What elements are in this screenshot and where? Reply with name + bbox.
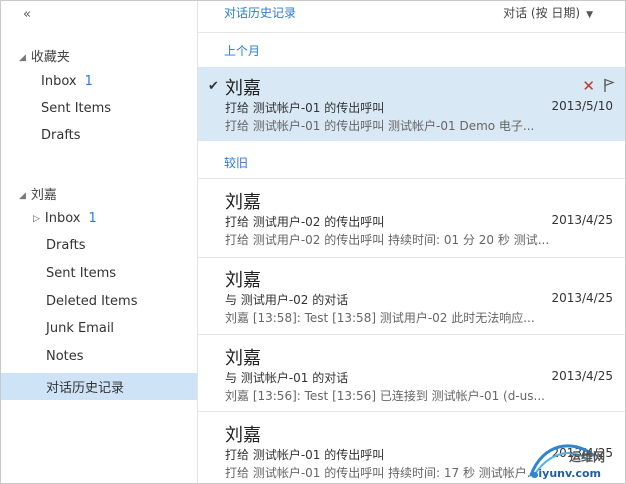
- folder-label: Notes: [46, 349, 84, 364]
- watermark-text: 运维网: [568, 450, 605, 464]
- message-list-pane: 对话历史记录 对话 (按 日期) ▼ 上个月 ✔ 刘嘉 ✕ 打给 测试帐户-01 …: [198, 1, 625, 483]
- folder-title: 对话历史记录: [224, 6, 297, 20]
- checkmark-icon: ✔: [208, 79, 219, 94]
- collapse-triangle-icon: ◢: [19, 191, 26, 201]
- favorites-drafts[interactable]: Drafts: [41, 128, 81, 143]
- folder-label: Sent Items: [46, 266, 117, 281]
- collapse-triangle-icon: ◢: [19, 53, 26, 63]
- favorites-sent-items[interactable]: Sent Items: [41, 101, 111, 116]
- sidebar-item-inbox[interactable]: ▷ Inbox 1: [33, 211, 97, 226]
- watermark-url: iyunv.com: [538, 467, 601, 480]
- divider: [198, 257, 625, 258]
- folder-label: 对话历史记录: [46, 381, 125, 396]
- sort-label: 对话 (按 日期): [503, 6, 581, 20]
- unread-count: 1: [88, 211, 97, 226]
- folder-pane: « ◢ 收藏夹 Inbox 1 Sent Items Drafts ◢ 刘嘉 ▷ Inb…: [1, 1, 198, 483]
- favorites-inbox[interactable]: Inbox 1: [41, 74, 93, 89]
- sidebar-item-sent-items[interactable]: Sent Items: [46, 266, 116, 281]
- folder-label: Inbox: [41, 74, 77, 89]
- message-subject: 打给 测试帐户-01 的传出呼叫: [225, 448, 385, 462]
- sort-dropdown[interactable]: 对话 (按 日期) ▼: [503, 4, 593, 21]
- folder-label: Junk Email: [46, 321, 115, 336]
- message-preview: 刘嘉 [13:58]: Test [13:58] 测试用户-02 此时无法响应.…: [225, 311, 535, 325]
- message-preview: 刘嘉 [13:56]: Test [13:56] 已连接到 测试帐户-01 (d…: [225, 389, 545, 403]
- message-item[interactable]: 刘嘉 打给 测试用户-02 的传出呼叫 2013/4/25 打给 测试用户-02…: [198, 181, 625, 255]
- message-preview: 打给 测试帐户-01 的传出呼叫 测试帐户-01 Demo 电子...: [225, 119, 535, 133]
- sender-name: 刘嘉: [225, 78, 261, 99]
- divider: [198, 32, 625, 33]
- divider: [198, 178, 625, 179]
- unread-count: 1: [84, 74, 93, 89]
- divider: [198, 334, 625, 335]
- collapse-pane-button[interactable]: «: [23, 7, 31, 22]
- message-date: 2013/5/10: [551, 99, 613, 113]
- message-date: 2013/4/25: [551, 213, 613, 227]
- message-subject: 打给 测试用户-02 的传出呼叫: [225, 215, 385, 229]
- divider: [198, 411, 625, 412]
- sender-name: 刘嘉: [225, 270, 261, 291]
- flag-icon[interactable]: [603, 78, 615, 92]
- favorites-group-header[interactable]: ◢ 收藏夹: [19, 46, 70, 65]
- sidebar-item-conversation-history[interactable]: 对话历史记录: [46, 377, 124, 396]
- app-frame: « ◢ 收藏夹 Inbox 1 Sent Items Drafts ◢ 刘嘉 ▷ Inb…: [0, 0, 626, 484]
- message-subject: 打给 测试帐户-01 的传出呼叫: [225, 101, 385, 115]
- account-group-header[interactable]: ◢ 刘嘉: [19, 184, 57, 203]
- delete-icon[interactable]: ✕: [582, 77, 595, 95]
- folder-label: Sent Items: [41, 101, 112, 116]
- favorites-label: 收藏夹: [30, 50, 70, 65]
- sender-name: 刘嘉: [225, 348, 261, 369]
- account-label: 刘嘉: [30, 188, 57, 203]
- message-item[interactable]: 刘嘉 与 测试用户-02 的对话 2013/4/25 刘嘉 [13:58]: T…: [198, 259, 625, 333]
- message-date: 2013/4/25: [551, 369, 613, 383]
- message-item-selected[interactable]: ✔ 刘嘉 ✕ 打给 测试帐户-01 的传出呼叫 2013/5/10 打给 测试帐…: [198, 67, 625, 141]
- sender-name: 刘嘉: [225, 192, 261, 213]
- sender-name: 刘嘉: [225, 425, 261, 446]
- message-date: 2013/4/25: [551, 291, 613, 305]
- group-header-older: 较旧: [224, 156, 249, 170]
- group-header-last-month: 上个月: [224, 44, 261, 58]
- sidebar-item-drafts[interactable]: Drafts: [46, 238, 86, 253]
- message-preview: 打给 测试用户-02 的传出呼叫 持续时间: 01 分 20 秒 测试...: [225, 233, 550, 247]
- folder-label: Inbox: [44, 211, 81, 226]
- folder-label: Drafts: [46, 238, 86, 253]
- sidebar-item-junk-email[interactable]: Junk Email: [46, 321, 114, 336]
- sidebar-item-deleted-items[interactable]: Deleted Items: [46, 294, 137, 309]
- folder-label: Drafts: [41, 128, 81, 143]
- message-subject: 与 测试用户-02 的对话: [225, 293, 349, 307]
- message-item[interactable]: 刘嘉 与 测试帐户-01 的对话 2013/4/25 刘嘉 [13:56]: T…: [198, 337, 625, 411]
- sidebar-item-notes[interactable]: Notes: [46, 349, 84, 364]
- message-subject: 与 测试帐户-01 的对话: [225, 371, 349, 385]
- folder-label: Deleted Items: [46, 294, 138, 309]
- expand-triangle-icon[interactable]: ▷: [33, 214, 40, 224]
- chevron-down-icon: ▼: [586, 10, 593, 20]
